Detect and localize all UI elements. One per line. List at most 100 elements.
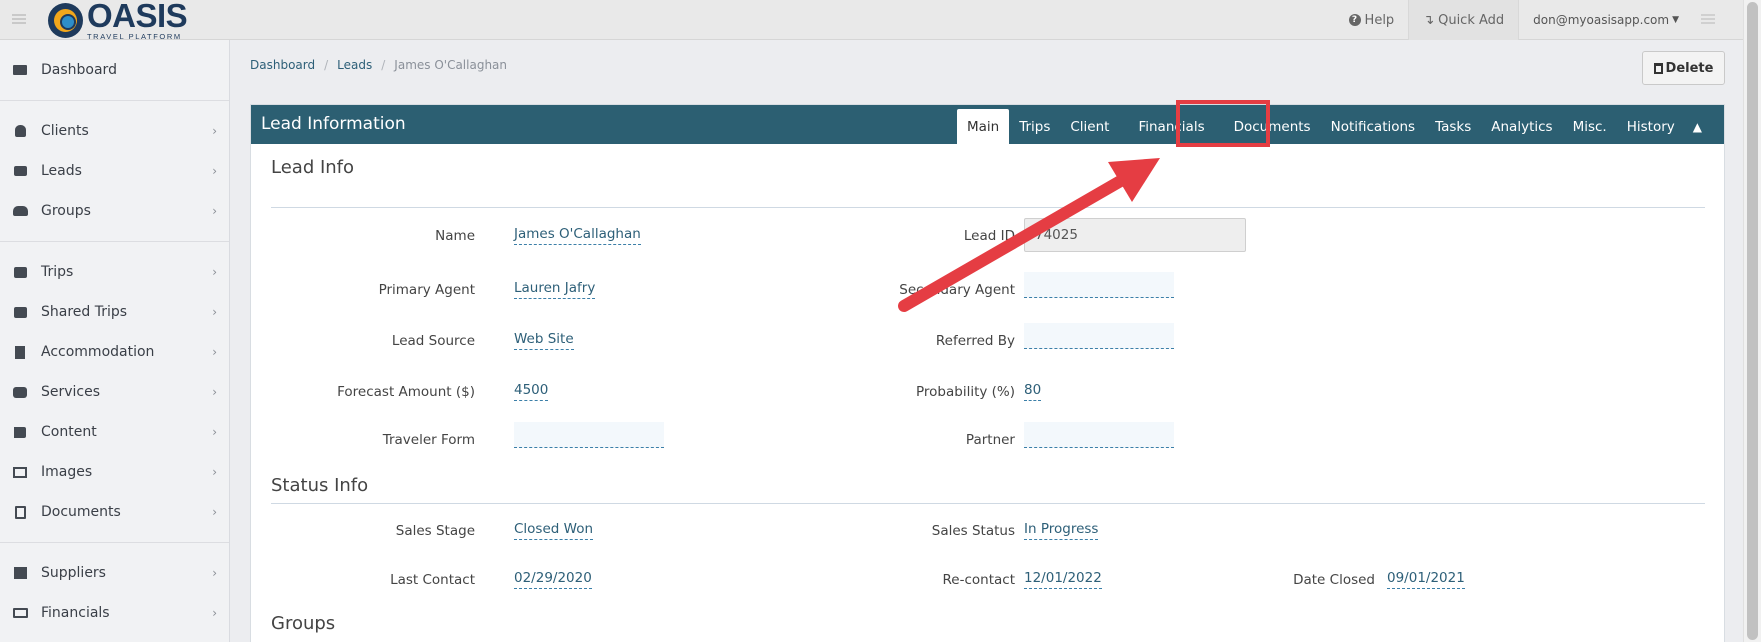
probability-label: Probability (%)	[915, 384, 1015, 400]
section-divider	[271, 207, 1705, 208]
tab-history[interactable]: History	[1617, 109, 1685, 144]
primary-agent-value[interactable]: Lauren Jafry	[514, 280, 596, 299]
menu-toggle-icon[interactable]	[12, 14, 26, 24]
tab-trips[interactable]: Trips	[1009, 109, 1060, 144]
recontact-value[interactable]: 12/01/2022	[1024, 570, 1102, 589]
tab-client[interactable]: Client	[1060, 109, 1119, 144]
help-link[interactable]: ? Help	[1335, 0, 1409, 40]
tab-tasks[interactable]: Tasks	[1425, 109, 1481, 144]
question-circle-icon: ?	[1348, 14, 1361, 26]
panel-header: Lead Information Main Trips Client Finan…	[251, 105, 1724, 144]
chevron-right-icon: ›	[212, 385, 217, 399]
sidebar-item-groups[interactable]: Groups ›	[0, 191, 229, 231]
forecast-amount-value[interactable]: 4500	[514, 382, 549, 401]
quick-add-label: Quick Add	[1438, 12, 1505, 28]
tab-notifications[interactable]: Notifications	[1321, 109, 1426, 144]
tab-financials[interactable]: Financials	[1119, 109, 1223, 144]
chevron-right-icon: ›	[212, 265, 217, 279]
chevron-right-icon: ›	[212, 305, 217, 319]
sidebar-item-label: Services	[41, 384, 101, 400]
sidebar-item-shared-trips[interactable]: Shared Trips ›	[0, 292, 229, 332]
primary-agent-label: Primary Agent	[378, 282, 475, 298]
sidebar-item-label: Suppliers	[41, 565, 106, 581]
panel-title: Lead Information	[261, 114, 406, 134]
inbox-icon	[12, 164, 28, 178]
sidebar-item-financials[interactable]: Financials ›	[0, 593, 229, 633]
chevron-right-icon: ›	[212, 465, 217, 479]
scrollbar-thumb[interactable]	[1747, 2, 1758, 640]
users-icon	[12, 204, 28, 218]
chevron-right-icon: ›	[212, 204, 217, 218]
oasis-logo[interactable]: OASIS TRAVEL PLATFORM	[48, 0, 188, 40]
user-menu[interactable]: don@myoasisapp.com ▼	[1519, 0, 1693, 40]
sidebar-item-documents[interactable]: Documents ›	[0, 492, 229, 532]
last-contact-label: Last Contact	[390, 572, 475, 588]
date-closed-value[interactable]: 09/01/2021	[1387, 570, 1465, 589]
lead-source-value[interactable]: Web Site	[514, 331, 574, 350]
logo-mark-icon	[48, 2, 83, 38]
sales-stage-value[interactable]: Closed Won	[514, 521, 594, 540]
probability-value[interactable]: 80	[1024, 382, 1042, 401]
sidebar-item-suppliers[interactable]: Suppliers ›	[0, 553, 229, 593]
partner-label: Partner	[965, 432, 1015, 448]
sidebar-item-label: Leads	[41, 163, 82, 179]
chevron-right-icon: ›	[212, 606, 217, 620]
flag-icon	[12, 425, 28, 439]
top-bar: OASIS TRAVEL PLATFORM ? Help ↴ Quick Add…	[0, 0, 1743, 40]
sidebar-item-label: Documents	[41, 504, 121, 520]
groups-heading: Groups	[271, 613, 336, 634]
referred-by-field[interactable]	[1024, 323, 1174, 349]
section-divider	[271, 503, 1705, 504]
lead-id-label: Lead ID	[963, 228, 1015, 244]
tab-documents[interactable]: Documents	[1224, 109, 1321, 144]
chevron-right-icon: ›	[212, 124, 217, 138]
sidebar-item-content[interactable]: Content ›	[0, 412, 229, 452]
traveler-form-field[interactable]	[514, 422, 664, 448]
sidebar-item-label: Shared Trips	[41, 304, 128, 320]
sidebar-item-label: Accommodation	[41, 344, 155, 360]
lead-source-label: Lead Source	[391, 333, 475, 349]
breadcrumb-dashboard[interactable]: Dashboard	[250, 58, 315, 72]
image-icon	[12, 465, 28, 479]
sidebar-item-trips[interactable]: Trips ›	[0, 252, 229, 292]
sidebar-item-label: Groups	[41, 203, 91, 219]
delete-button[interactable]: Delete	[1642, 51, 1725, 85]
tab-main[interactable]: Main	[956, 109, 1010, 144]
binoculars-icon	[12, 385, 28, 399]
sidebar-item-label: Clients	[41, 123, 89, 139]
sidebar-item-label: Content	[41, 424, 97, 440]
breadcrumb: Dashboard / Leads / James O'Callaghan	[250, 58, 507, 72]
right-menu-icon[interactable]	[1701, 14, 1715, 24]
quick-add-button[interactable]: ↴ Quick Add	[1408, 0, 1520, 40]
tab-analytics[interactable]: Analytics	[1481, 109, 1562, 144]
last-contact-value[interactable]: 02/29/2020	[514, 570, 592, 589]
help-label: Help	[1364, 12, 1395, 28]
name-value[interactable]: James O'Callaghan	[514, 226, 641, 245]
user-email: don@myoasisapp.com	[1533, 13, 1670, 27]
forecast-amount-label: Forecast Amount ($)	[337, 384, 475, 400]
sidebar-item-services[interactable]: Services ›	[0, 372, 229, 412]
tab-bar: Main Trips Client Financials Documents N…	[956, 109, 1716, 144]
collapse-panel-icon[interactable]: ▲	[1685, 109, 1716, 144]
sidebar-item-clients[interactable]: Clients ›	[0, 111, 229, 151]
monitor-icon	[12, 63, 28, 77]
tab-misc[interactable]: Misc.	[1563, 109, 1617, 144]
breadcrumb-leads[interactable]: Leads	[337, 58, 372, 72]
lead-information-panel: Lead Information Main Trips Client Finan…	[250, 104, 1725, 642]
sidebar-item-dashboard[interactable]: Dashboard	[0, 50, 229, 90]
box-icon	[12, 566, 28, 580]
chevron-right-icon: ›	[212, 505, 217, 519]
breadcrumb-separator: /	[324, 58, 329, 72]
recontact-label: Re-contact	[942, 572, 1015, 588]
user-icon	[12, 124, 28, 138]
sidebar-item-label: Dashboard	[41, 62, 117, 78]
secondary-agent-field[interactable]	[1024, 272, 1174, 298]
sales-status-value[interactable]: In Progress	[1024, 521, 1099, 540]
logo-name: OASIS	[87, 0, 188, 35]
sidebar-item-accommodation[interactable]: Accommodation ›	[0, 332, 229, 372]
sidebar-item-images[interactable]: Images ›	[0, 452, 229, 492]
sales-stage-label: Sales Stage	[395, 523, 475, 539]
sidebar-item-leads[interactable]: Leads ›	[0, 151, 229, 191]
partner-field[interactable]	[1024, 422, 1174, 448]
vertical-scrollbar[interactable]	[1743, 0, 1761, 642]
